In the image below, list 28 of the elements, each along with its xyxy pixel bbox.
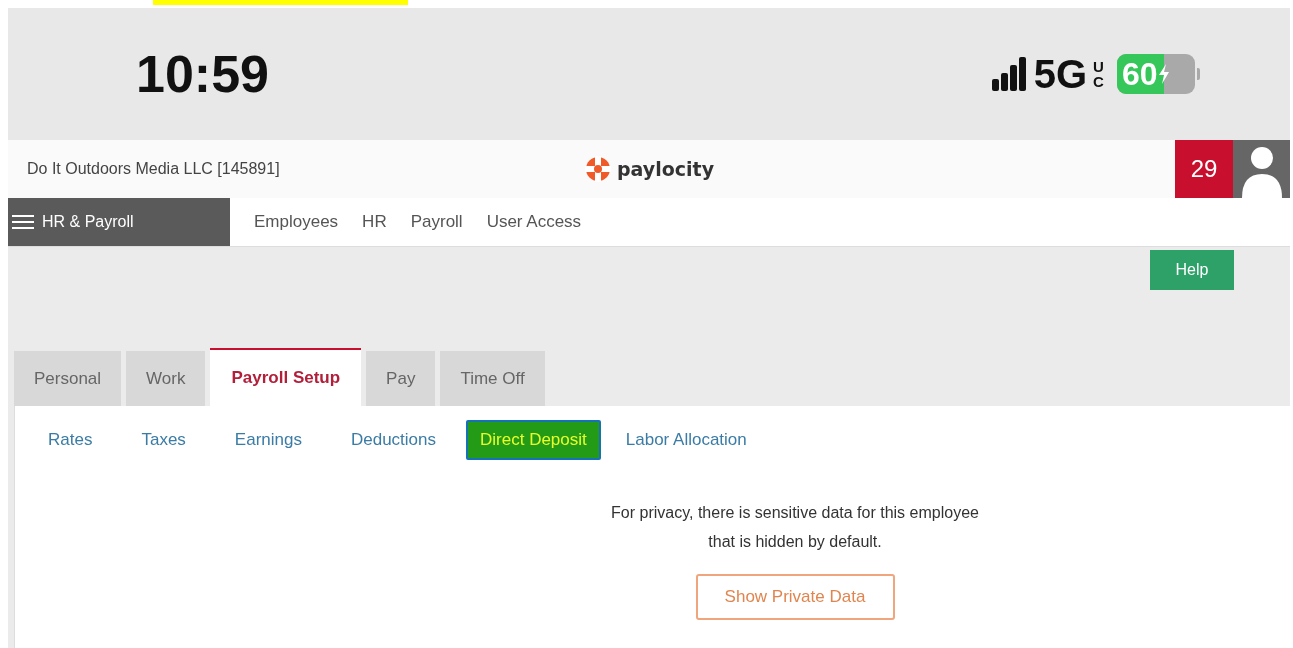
nav-link[interactable]: User Access: [486, 212, 582, 232]
help-button[interactable]: Help: [1150, 250, 1234, 290]
network-label: 5G: [1033, 51, 1087, 97]
subtab-link[interactable]: Deductions: [331, 420, 460, 460]
menu-button[interactable]: HR & Payroll: [8, 198, 230, 246]
nav-link[interactable]: Employees: [254, 212, 339, 232]
tab[interactable]: Payroll Setup: [210, 348, 362, 406]
network-suffix: UC: [1093, 59, 1105, 89]
nav-link[interactable]: HR: [362, 212, 387, 232]
subtab-link[interactable]: Rates: [29, 420, 117, 460]
show-private-data-button[interactable]: Show Private Data: [695, 574, 895, 620]
tab[interactable]: Time Off: [440, 351, 545, 406]
subtab-link[interactable]: Earnings: [215, 420, 326, 460]
privacy-message: For privacy, there is sensitive data for this employee that is hidden by default.: [611, 503, 979, 552]
signal-icon: [991, 57, 1028, 91]
company-name: Do It Outdoors Media LLC [145891]: [26, 160, 281, 178]
tab[interactable]: Pay: [366, 351, 436, 406]
logo-icon: [585, 156, 611, 182]
logo-text: paylocity: [617, 158, 715, 180]
subtab-link[interactable]: Direct Deposit: [466, 420, 601, 460]
nav-link[interactable]: Payroll: [410, 212, 463, 232]
clock-time: 10:59: [136, 44, 269, 104]
subtab-link[interactable]: Labor Allocation: [606, 420, 771, 460]
tab[interactable]: Personal: [14, 351, 122, 406]
notification-count[interactable]: 29: [1175, 140, 1233, 198]
subtab-link[interactable]: Taxes: [122, 420, 210, 460]
tab[interactable]: Work: [126, 351, 206, 406]
avatar[interactable]: [1233, 140, 1290, 198]
